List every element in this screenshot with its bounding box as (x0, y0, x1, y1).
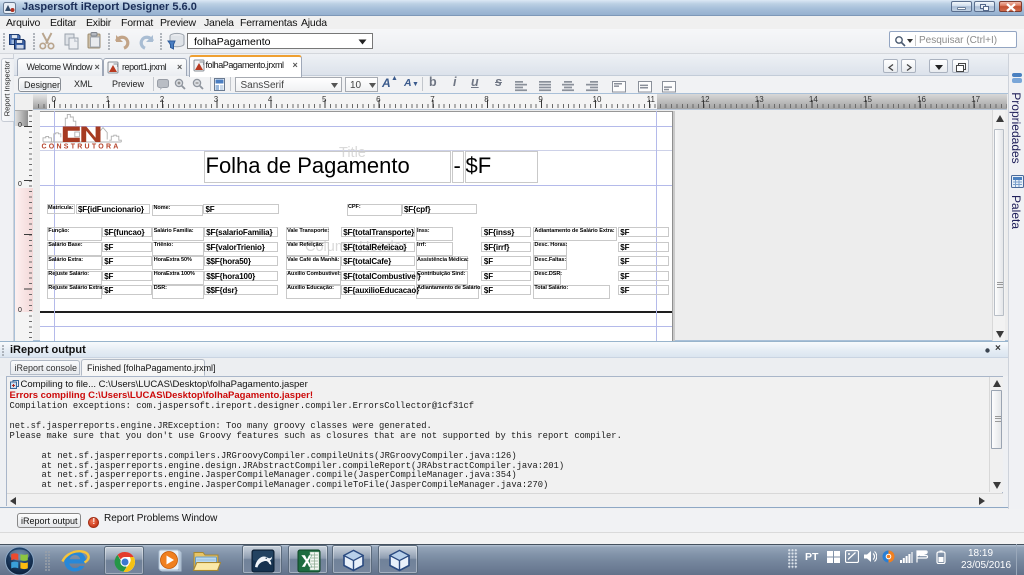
svg-text:CONSTRUTORA: CONSTRUTORA (42, 144, 121, 151)
